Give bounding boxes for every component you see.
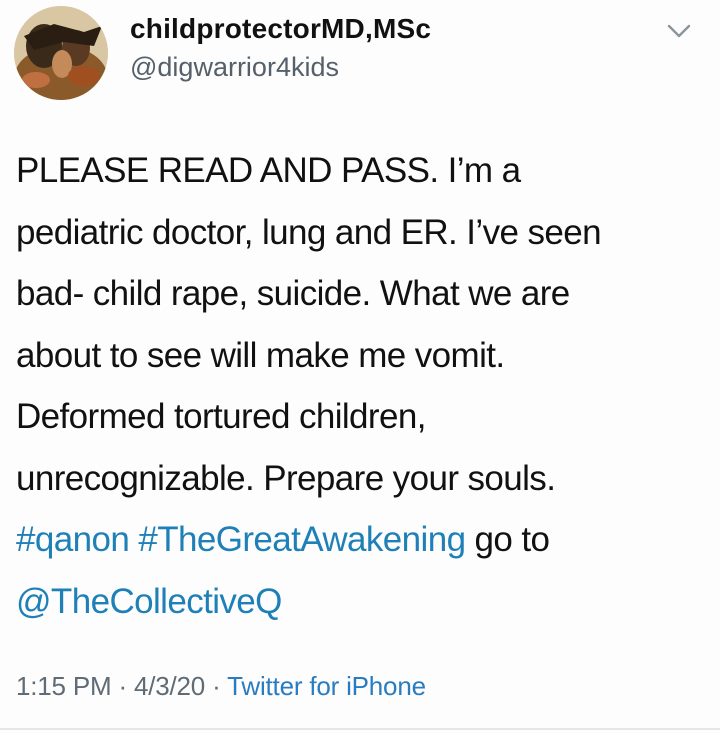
tweet-meta: 1:15 PM · 4/3/20 · Twitter for iPhone (16, 671, 426, 702)
divider (0, 728, 720, 730)
tweet-line: pediatric doctor, lung and ER. I’ve seen (16, 212, 602, 252)
tweet-time[interactable]: 1:15 PM (16, 671, 112, 701)
chevron-down-icon[interactable] (666, 22, 692, 40)
mention-link[interactable]: @TheCollectiveQ (16, 582, 282, 621)
hashtag-link-qanon[interactable]: #qanon (16, 520, 130, 559)
avatar-image (14, 6, 108, 100)
tweet-text-go-to: go to (465, 520, 550, 559)
display-name[interactable]: childprotectorMD,MSc (130, 13, 431, 45)
tweet-text: PLEASE READ AND PASS. I’m a pediatric do… (16, 140, 706, 632)
meta-separator: · (212, 671, 221, 701)
tweet-source[interactable]: Twitter for iPhone (227, 671, 426, 701)
tweet-card: childprotectorMD,MSc @digwarrior4kids PL… (0, 0, 720, 734)
tweet-line: Deformed tortured children, (16, 397, 426, 436)
avatar[interactable] (14, 6, 108, 100)
tweet-line: about to see will make me vomit. (16, 335, 505, 375)
tweet-line-hashtags: #qanon #TheGreatAwakening go to (16, 509, 706, 571)
tweet-date[interactable]: 4/3/20 (134, 671, 205, 701)
user-handle[interactable]: @digwarrior4kids (130, 52, 339, 83)
meta-separator: · (118, 671, 127, 701)
tweet-line: PLEASE READ AND PASS. I’m a (16, 151, 521, 190)
tweet-line: unrecognizable. Prepare your souls. (16, 458, 556, 498)
tweet-line-mention: @TheCollectiveQ (16, 571, 706, 633)
tweet-line: bad- child rape, suicide. What we are (16, 274, 570, 313)
hashtag-link-thegreatawakening[interactable]: #TheGreatAwakening (138, 520, 466, 559)
